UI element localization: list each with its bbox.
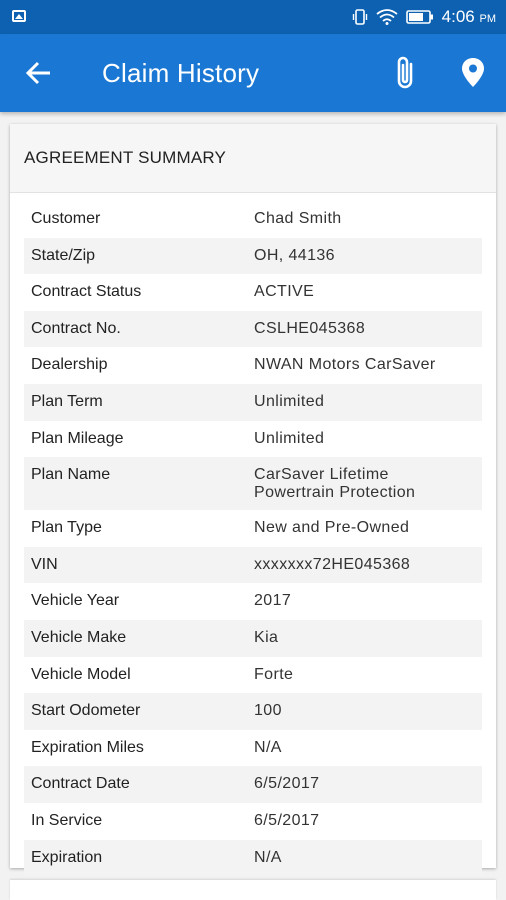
- agreement-summary-card: AGREEMENT SUMMARY Customer Chad Smith St…: [10, 124, 496, 877]
- row-label: State/Zip: [31, 246, 96, 264]
- row-label: Plan Term: [31, 392, 103, 410]
- row-plan-name: Plan Name CarSaver Lifetime Powertrain P…: [24, 457, 482, 511]
- row-in-service: In Service 6/5/2017: [24, 803, 482, 840]
- row-label: VIN: [31, 555, 58, 573]
- back-button[interactable]: [22, 56, 56, 90]
- status-indicators: 4:06 PM: [352, 0, 496, 34]
- row-vehicle-make: Vehicle Make Kia: [24, 619, 482, 657]
- row-label: Vehicle Make: [31, 628, 127, 646]
- row-value: CSLHE045368: [254, 319, 366, 337]
- status-bar: 4:06 PM: [0, 0, 506, 34]
- row-expiration-miles: Expiration Miles N/A: [24, 730, 482, 767]
- row-label: Expiration Miles: [31, 738, 144, 756]
- page-title: Claim History: [102, 58, 260, 88]
- row-label: Vehicle Year: [31, 592, 120, 610]
- row-vehicle-model: Vehicle Model Forte: [24, 657, 482, 694]
- row-label: Contract No.: [31, 319, 121, 337]
- row-label: Start Odometer: [31, 702, 141, 720]
- paperclip-icon: [397, 56, 413, 89]
- clock-time: 4:06: [441, 7, 475, 26]
- row-value: 100: [254, 702, 282, 720]
- wifi-icon: [376, 9, 398, 25]
- battery-icon: [405, 10, 433, 24]
- row-label: Plan Name: [31, 466, 111, 484]
- row-value: Forte: [254, 665, 294, 683]
- row-label: In Service: [31, 811, 103, 829]
- row-value: ACTIVE: [254, 283, 315, 301]
- card-title: AGREEMENT SUMMARY: [24, 148, 227, 167]
- row-customer: Customer Chad Smith: [24, 201, 482, 238]
- row-label: Plan Type: [31, 519, 102, 537]
- row-value-line: Powertrain Protection: [254, 484, 416, 502]
- row-expiration: Expiration N/A: [24, 839, 482, 877]
- next-card-edge: [10, 880, 496, 900]
- row-value: Unlimited: [254, 429, 325, 447]
- image-icon: [12, 10, 26, 22]
- row-dealership: Dealership NWAN Motors CarSaver: [24, 347, 482, 384]
- app-bar: Claim History: [0, 34, 506, 112]
- row-value: Chad Smith: [254, 210, 342, 227]
- row-label: Vehicle Model: [31, 665, 131, 683]
- row-value: OH, 44136: [254, 246, 335, 264]
- row-value: 6/5/2017: [254, 775, 320, 793]
- row-value: 2017: [254, 592, 292, 610]
- row-state-zip: State/Zip OH, 44136: [24, 237, 482, 275]
- card-header: AGREEMENT SUMMARY: [10, 124, 496, 193]
- clock-ampm: PM: [479, 13, 497, 25]
- row-label: Plan Mileage: [31, 429, 124, 447]
- row-value: Unlimited: [254, 392, 325, 410]
- row-value: Kia: [254, 628, 279, 646]
- row-value: NWAN Motors CarSaver: [254, 356, 436, 374]
- location-button[interactable]: [457, 56, 489, 90]
- row-label: Contract Date: [31, 775, 130, 793]
- row-value: CarSaver Lifetime Powertrain Protection: [254, 466, 482, 502]
- row-value: New and Pre-Owned: [254, 519, 410, 537]
- row-contract-date: Contract Date 6/5/2017: [24, 766, 482, 803]
- back-arrow-icon: [25, 61, 50, 85]
- vibrate-icon: [352, 9, 367, 25]
- row-label: Contract Status: [31, 283, 142, 301]
- row-label: Customer: [31, 210, 101, 227]
- row-value-line: CarSaver Lifetime: [254, 466, 389, 484]
- location-pin-icon: [462, 58, 484, 87]
- summary-list: Customer Chad Smith State/Zip OH, 44136 …: [10, 193, 496, 877]
- row-contract-no: Contract No. CSLHE045368: [24, 310, 482, 348]
- row-label: Dealership: [31, 356, 108, 374]
- row-value: 6/5/2017: [254, 811, 320, 829]
- row-plan-mileage: Plan Mileage Unlimited: [24, 421, 482, 458]
- row-plan-type: Plan Type New and Pre-Owned: [24, 510, 482, 547]
- row-vin: VIN xxxxxxx72HE045368: [24, 546, 482, 584]
- row-value: xxxxxxx72HE045368: [254, 555, 411, 573]
- clock: 4:06 PM: [442, 7, 496, 27]
- attachment-button[interactable]: [390, 54, 422, 92]
- row-value: N/A: [254, 738, 282, 756]
- row-vehicle-year: Vehicle Year 2017: [24, 583, 482, 620]
- row-label: Expiration: [31, 848, 103, 866]
- row-contract-status: Contract Status ACTIVE: [24, 274, 482, 311]
- row-value: N/A: [254, 848, 282, 866]
- row-start-odometer: Start Odometer 100: [24, 693, 482, 730]
- row-plan-term: Plan Term Unlimited: [24, 383, 482, 421]
